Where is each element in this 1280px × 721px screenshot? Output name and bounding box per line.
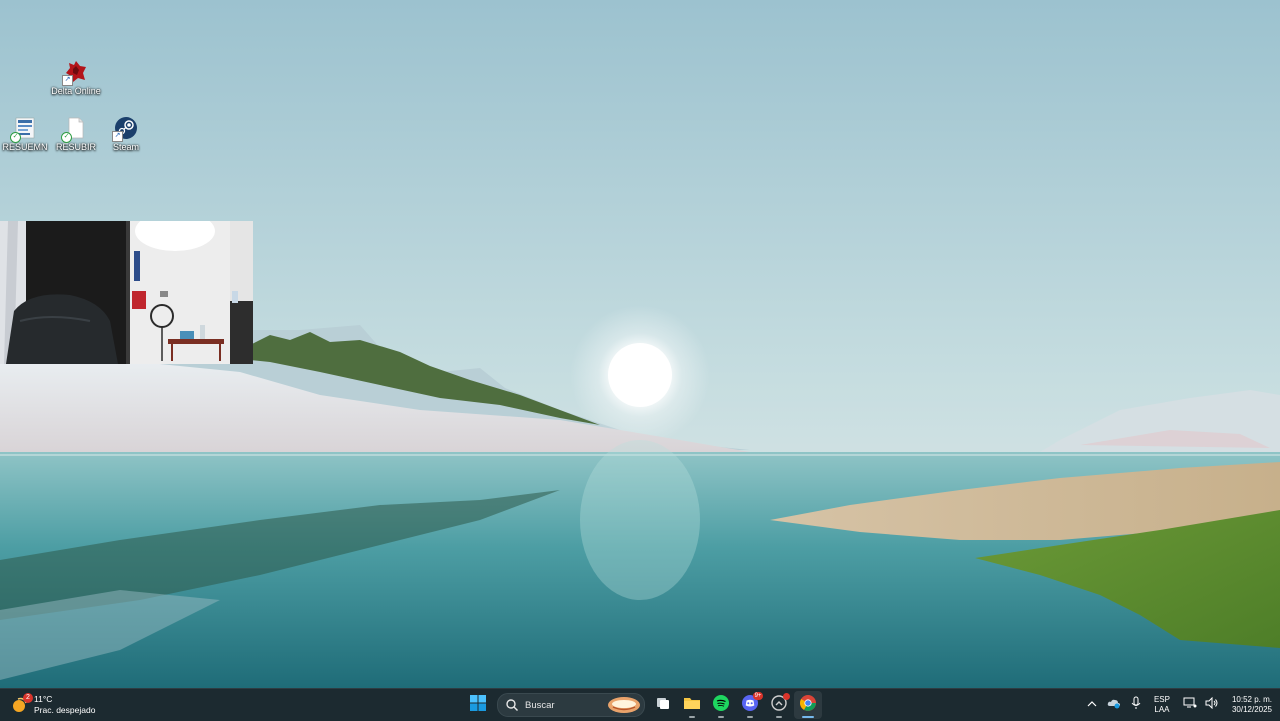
clock[interactable]: 10:52 p. m. 30/12/2025 (1232, 695, 1272, 715)
discord-button[interactable]: 9+ (736, 691, 764, 719)
file-explorer-button[interactable] (678, 691, 706, 719)
discord-badge: 9+ (753, 692, 763, 700)
desktop-icon-delta-online[interactable]: ↗ Delta Online (48, 60, 104, 97)
network-tray-button[interactable] (1180, 695, 1200, 715)
app-button[interactable] (765, 691, 793, 719)
system-tray: ESP LAA 10:52 p. m. 30/12/2025 (1080, 689, 1272, 721)
weather-temperature: 11°C (34, 694, 53, 704)
network-icon (1183, 696, 1197, 714)
language-code: ESP (1153, 695, 1170, 704)
desktop-icon-resuemn[interactable]: ✓ RESUEMN (0, 116, 53, 153)
desktop-icon-steam[interactable]: ↗ Steam (98, 116, 154, 153)
microphone-tray-button[interactable] (1126, 695, 1146, 715)
app-alert-dot (783, 693, 790, 700)
task-view-icon (655, 695, 671, 716)
search-highlight-image (607, 695, 641, 715)
spotify-button[interactable] (707, 691, 735, 719)
chrome-button[interactable] (794, 691, 822, 719)
clock-time: 10:52 p. m. (1231, 695, 1272, 704)
weather-sun-icon: 2 (10, 693, 33, 715)
windows-start-icon (470, 694, 486, 716)
weather-description: Prac. despejado (34, 705, 96, 715)
delta-online-icon: ↗ (62, 60, 88, 86)
taskbar: 2 11°C Prac. despejado Buscar 9+ ESP LAA… (0, 688, 1280, 721)
onedrive-tray-button[interactable] (1104, 695, 1124, 715)
speaker-icon (1205, 696, 1219, 714)
desktop-icon-resubir[interactable]: ✓ RESUBIR (48, 116, 104, 153)
search-label: Buscar (525, 699, 555, 711)
onedrive-sync-icon (1107, 696, 1121, 714)
weather-badge: 2 (23, 693, 33, 703)
start-button[interactable] (464, 691, 492, 719)
document-icon: ✓ (61, 116, 88, 143)
folder-icon (683, 695, 701, 716)
weather-widget[interactable]: 2 11°C Prac. despejado (10, 692, 95, 718)
webcam-preview-window[interactable] (0, 221, 253, 364)
taskbar-search-box[interactable]: Buscar (497, 693, 645, 717)
volume-tray-button[interactable] (1202, 695, 1222, 715)
show-hidden-icons-button[interactable] (1082, 695, 1102, 715)
task-view-button[interactable] (649, 691, 677, 719)
desktop-icon-label: RESUBIR (55, 142, 96, 152)
steam-icon: ↗ (112, 116, 138, 142)
desktop-icon-label: RESUEMN (2, 142, 48, 152)
desktop-icon-label: Delta Online (51, 86, 101, 96)
desktop-icon-label: Steam (112, 142, 139, 152)
spotify-icon (713, 694, 729, 716)
taskbar-center: Buscar 9+ (464, 691, 823, 719)
document-thumbnail-icon: ✓ (10, 116, 37, 143)
chrome-icon (800, 694, 816, 716)
keyboard-layout: LAA (1154, 705, 1170, 714)
input-language-indicator[interactable]: ESP LAA (1154, 695, 1170, 715)
chevron-up-icon (1087, 696, 1097, 714)
microphone-icon (1131, 696, 1141, 715)
clock-date: 30/12/2025 (1231, 705, 1272, 714)
search-icon (505, 698, 519, 712)
